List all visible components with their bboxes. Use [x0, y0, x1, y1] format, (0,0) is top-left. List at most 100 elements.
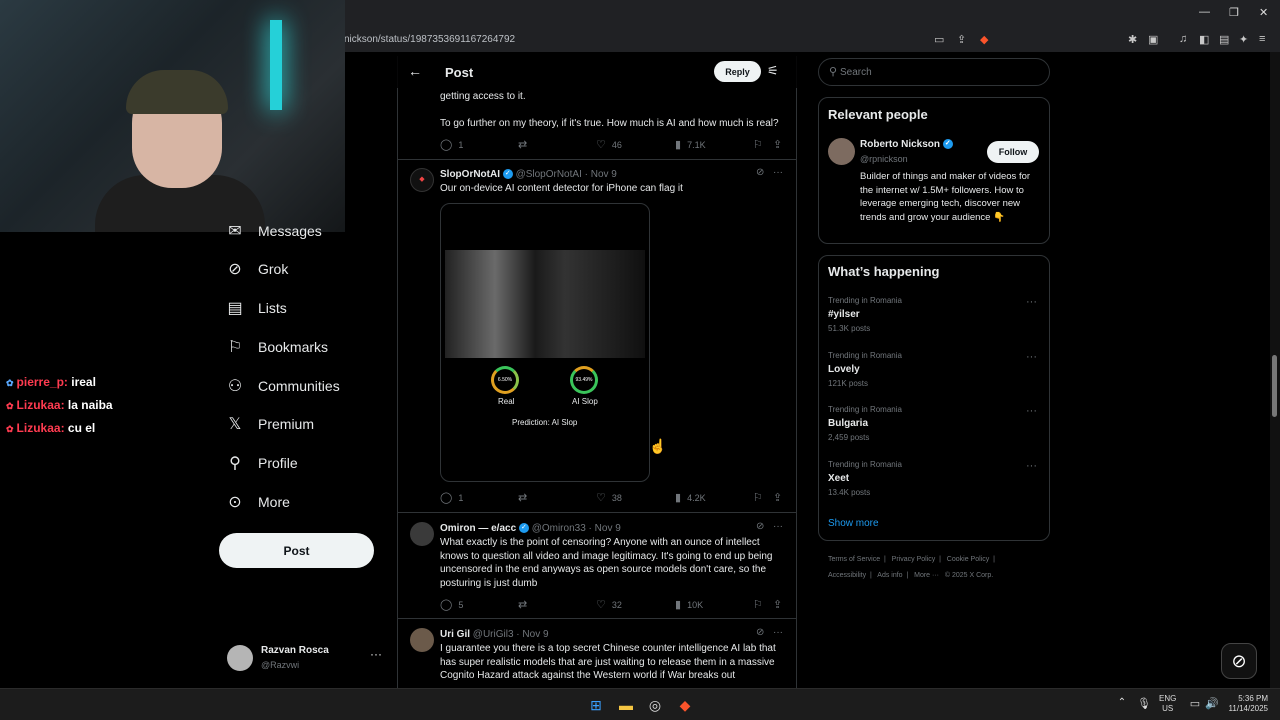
- network-icon[interactable]: ▭: [1186, 697, 1204, 713]
- menu-icon[interactable]: ≡: [1259, 33, 1265, 45]
- views-button[interactable]: ▮ 4.2K: [675, 491, 706, 504]
- more-icon[interactable]: ···: [773, 627, 783, 638]
- repost-button[interactable]: ⇄: [518, 138, 533, 151]
- reply-button[interactable]: Reply: [714, 61, 761, 82]
- trend-name[interactable]: Lovely: [828, 364, 860, 375]
- show-more-link[interactable]: Show more: [828, 518, 879, 529]
- like-button[interactable]: ♡ 38: [596, 491, 622, 504]
- sidebar-item-grok[interactable]: ⊘ Grok: [226, 259, 288, 279]
- grok-float-button[interactable]: ⊘: [1221, 643, 1257, 679]
- footer-link[interactable]: Accessibility: [828, 572, 866, 579]
- avatar[interactable]: [410, 628, 434, 652]
- follow-button[interactable]: Follow: [987, 141, 1039, 163]
- tweet-date[interactable]: · Nov 9: [516, 629, 548, 640]
- grok-icon[interactable]: ⊘: [756, 521, 764, 532]
- sidebar-item-more[interactable]: ⊙ More: [226, 492, 290, 512]
- sidebar-item-premium[interactable]: 𝕏 Premium: [226, 414, 314, 434]
- tab-icon[interactable]: ▤: [1219, 33, 1229, 46]
- windows-start-icon[interactable]: ⊞: [587, 697, 605, 713]
- cast-icon[interactable]: ▭: [934, 33, 944, 46]
- back-arrow-icon[interactable]: ←: [408, 63, 422, 79]
- brave-browser-icon[interactable]: ◆: [676, 697, 694, 713]
- like-button[interactable]: ♡ 46: [596, 138, 622, 151]
- more-icon[interactable]: ···: [1026, 405, 1037, 417]
- repost-button[interactable]: ⇄: [518, 491, 533, 504]
- tweet-date[interactable]: · Nov 9: [589, 523, 621, 534]
- language-indicator[interactable]: ENG US: [1159, 694, 1176, 714]
- share-button[interactable]: ⇪: [773, 138, 788, 151]
- views-button[interactable]: ▮ 7.1K: [675, 138, 706, 151]
- sidebar-item-bookmarks[interactable]: ⚐ Bookmarks: [226, 337, 328, 357]
- trend-name[interactable]: Xeet: [828, 473, 849, 484]
- scrollbar-thumb[interactable]: [1272, 355, 1277, 417]
- leo-ai-icon[interactable]: ✦: [1239, 33, 1248, 46]
- address-url[interactable]: nickson/status/1987353691167264792: [344, 34, 515, 45]
- tweet-date[interactable]: · Nov 9: [585, 169, 617, 180]
- more-icon[interactable]: ···: [773, 521, 783, 532]
- avatar[interactable]: [410, 522, 434, 546]
- sidebar-icon[interactable]: ◧: [1199, 33, 1209, 46]
- author-name[interactable]: Omiron — e/acc: [440, 523, 516, 534]
- author-handle[interactable]: @UriGil3: [473, 629, 514, 640]
- reply-button[interactable]: ◯ 5: [440, 598, 463, 611]
- sidebar-item-label: Bookmarks: [258, 339, 329, 355]
- microphone-icon[interactable]: 🎙: [1135, 697, 1153, 713]
- sidebar-item-profile[interactable]: ⚲ Profile: [226, 453, 298, 473]
- avatar[interactable]: ◆: [410, 168, 434, 192]
- extensions-icon[interactable]: ✱: [1128, 33, 1137, 46]
- footer-link[interactable]: Privacy Policy: [892, 556, 936, 563]
- person-handle[interactable]: @rpnickson: [860, 154, 908, 164]
- author-name[interactable]: SlopOrNotAI: [440, 169, 500, 180]
- minimize-icon[interactable]: —: [1199, 6, 1210, 18]
- footer-link[interactable]: Terms of Service: [828, 556, 880, 563]
- wallet-icon[interactable]: ▣: [1148, 33, 1158, 46]
- ai-percent: 93.49%: [575, 377, 593, 383]
- more-icon[interactable]: ···: [773, 167, 783, 178]
- volume-icon[interactable]: 🔊: [1203, 697, 1221, 713]
- account-switcher[interactable]: Razvan Rosca @Razvwi ···: [227, 643, 387, 673]
- person-name-row[interactable]: Roberto Nickson ✓: [860, 139, 953, 150]
- trend-name[interactable]: Bulgaria: [828, 418, 868, 429]
- sidebar-item-messages[interactable]: ✉ Messages: [226, 221, 322, 241]
- more-icon[interactable]: ···: [1026, 460, 1037, 472]
- sidebar-item-communities[interactable]: ⚇ Communities: [226, 376, 340, 396]
- more-icon[interactable]: ···: [1026, 351, 1037, 363]
- trend-name[interactable]: #yilser: [828, 309, 860, 320]
- avatar[interactable]: [828, 138, 855, 165]
- media-icon[interactable]: ♫: [1179, 33, 1187, 45]
- author-handle[interactable]: @SlopOrNotAI: [516, 169, 582, 180]
- reply-button[interactable]: ◯ 1: [440, 491, 463, 504]
- restore-icon[interactable]: ❐: [1229, 6, 1239, 19]
- bookmark-button[interactable]: ⚐: [753, 491, 769, 504]
- footer-link[interactable]: More ···: [914, 572, 939, 579]
- like-button[interactable]: ♡ 32: [596, 598, 622, 611]
- file-explorer-icon[interactable]: ▬: [617, 697, 635, 713]
- author-name[interactable]: Uri Gil: [440, 629, 470, 640]
- more-icon[interactable]: ···: [1026, 296, 1037, 308]
- search-input[interactable]: ⚲ Search: [818, 58, 1050, 86]
- clock[interactable]: 5:36 PM 11/14/2025: [1224, 694, 1268, 714]
- grok-icon[interactable]: ⊘: [756, 627, 764, 638]
- brave-shield-icon[interactable]: ◆: [980, 33, 988, 46]
- grok-icon[interactable]: ⊘: [756, 167, 764, 178]
- share-button[interactable]: ⇪: [773, 491, 788, 504]
- views-button[interactable]: ▮ 10K: [675, 598, 703, 611]
- chevron-up-icon[interactable]: ⌃: [1113, 697, 1131, 713]
- view-count: 10K: [687, 599, 704, 610]
- reply-button[interactable]: ◯ 1: [440, 138, 463, 151]
- author-handle[interactable]: @Omiron33: [532, 523, 586, 534]
- sidebar-item-lists[interactable]: ▤ Lists: [226, 298, 286, 318]
- footer-link[interactable]: Ads info: [877, 572, 902, 579]
- bookmark-button[interactable]: ⚐: [753, 598, 769, 611]
- footer-link[interactable]: Cookie Policy: [947, 556, 989, 563]
- share-icon[interactable]: ⇪: [957, 33, 966, 46]
- obs-icon[interactable]: ◎: [646, 697, 664, 713]
- post-button[interactable]: Post: [219, 533, 374, 568]
- close-icon[interactable]: ✕: [1259, 6, 1268, 19]
- filter-icon[interactable]: ⚟: [767, 63, 779, 79]
- more-icon[interactable]: ···: [370, 647, 382, 661]
- reply-count: 5: [458, 599, 464, 610]
- bookmark-button[interactable]: ⚐: [753, 138, 769, 151]
- share-button[interactable]: ⇪: [773, 598, 788, 611]
- repost-button[interactable]: ⇄: [518, 598, 533, 611]
